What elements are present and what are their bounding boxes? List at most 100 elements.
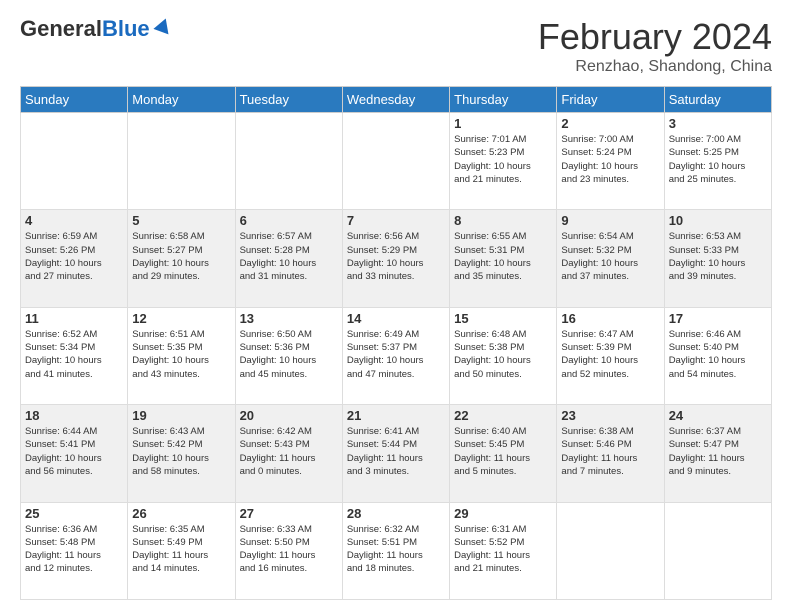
header: GeneralBlue February 2024 Renzhao, Shand… <box>20 16 772 76</box>
day-number: 8 <box>454 213 552 228</box>
header-right: February 2024 Renzhao, Shandong, China <box>538 16 772 76</box>
day-info: Sunrise: 6:57 AM Sunset: 5:28 PM Dayligh… <box>240 230 338 283</box>
logo-text: GeneralBlue <box>20 16 173 42</box>
calendar-cell: 13Sunrise: 6:50 AM Sunset: 5:36 PM Dayli… <box>235 307 342 404</box>
day-number: 6 <box>240 213 338 228</box>
day-info: Sunrise: 6:54 AM Sunset: 5:32 PM Dayligh… <box>561 230 659 283</box>
day-number: 2 <box>561 116 659 131</box>
day-number: 24 <box>669 408 767 423</box>
calendar-cell: 11Sunrise: 6:52 AM Sunset: 5:34 PM Dayli… <box>21 307 128 404</box>
calendar-cell: 10Sunrise: 6:53 AM Sunset: 5:33 PM Dayli… <box>664 210 771 307</box>
weekday-header-thursday: Thursday <box>450 87 557 113</box>
calendar-cell: 14Sunrise: 6:49 AM Sunset: 5:37 PM Dayli… <box>342 307 449 404</box>
calendar-week-row: 25 Sunrise: 6:36 AM Sunset: 5:48 PM Dayli… <box>21 502 772 599</box>
day-number: 21 <box>347 408 445 423</box>
weekday-header-sunday: Sunday <box>21 87 128 113</box>
day-info: Sunrise: 6:58 AM Sunset: 5:27 PM Dayligh… <box>132 230 230 283</box>
day-info: Sunrise: 6:55 AM Sunset: 5:31 PM Dayligh… <box>454 230 552 283</box>
calendar-cell <box>342 113 449 210</box>
day-number: 26 <box>132 506 230 521</box>
calendar-cell: 28Sunrise: 6:32 AM Sunset: 5:51 PM Dayli… <box>342 502 449 599</box>
calendar-cell <box>21 113 128 210</box>
day-number: 7 <box>347 213 445 228</box>
weekday-header-monday: Monday <box>128 87 235 113</box>
day-info: Sunrise: 6:56 AM Sunset: 5:29 PM Dayligh… <box>347 230 445 283</box>
logo-general: General <box>20 16 102 42</box>
day-number: 18 <box>25 408 123 423</box>
day-info: Sunrise: 6:46 AM Sunset: 5:40 PM Dayligh… <box>669 328 767 381</box>
day-info: Sunrise: 6:38 AM Sunset: 5:46 PM Dayligh… <box>561 425 659 478</box>
calendar-cell: 12 Sunrise: 6:51 AM Sunset: 5:35 PM Dayli… <box>128 307 235 404</box>
calendar-cell: 20 Sunrise: 6:42 AM Sunset: 5:43 PM Dayli… <box>235 405 342 502</box>
day-info: Sunrise: 6:36 AM Sunset: 5:48 PM Dayligh… <box>25 523 123 576</box>
day-number: 25 <box>25 506 123 521</box>
day-number: 29 <box>454 506 552 521</box>
calendar-cell: 27 Sunrise: 6:33 AM Sunset: 5:50 PM Dayli… <box>235 502 342 599</box>
day-number: 12 <box>132 311 230 326</box>
day-info: Sunrise: 6:41 AM Sunset: 5:44 PM Dayligh… <box>347 425 445 478</box>
calendar-cell <box>557 502 664 599</box>
calendar-cell: 23Sunrise: 6:38 AM Sunset: 5:46 PM Dayli… <box>557 405 664 502</box>
day-info: Sunrise: 6:33 AM Sunset: 5:50 PM Dayligh… <box>240 523 338 576</box>
day-info: Sunrise: 7:00 AM Sunset: 5:24 PM Dayligh… <box>561 133 659 186</box>
day-info: Sunrise: 6:40 AM Sunset: 5:45 PM Dayligh… <box>454 425 552 478</box>
weekday-header-row: SundayMondayTuesdayWednesdayThursdayFrid… <box>21 87 772 113</box>
calendar-cell: 19 Sunrise: 6:43 AM Sunset: 5:42 PM Dayli… <box>128 405 235 502</box>
calendar-subtitle: Renzhao, Shandong, China <box>538 58 772 76</box>
day-info: Sunrise: 7:00 AM Sunset: 5:25 PM Dayligh… <box>669 133 767 186</box>
day-info: Sunrise: 6:44 AM Sunset: 5:41 PM Dayligh… <box>25 425 123 478</box>
day-info: Sunrise: 6:49 AM Sunset: 5:37 PM Dayligh… <box>347 328 445 381</box>
logo-icon <box>153 16 173 36</box>
calendar-cell: 6 Sunrise: 6:57 AM Sunset: 5:28 PM Daylig… <box>235 210 342 307</box>
calendar-cell: 9Sunrise: 6:54 AM Sunset: 5:32 PM Daylig… <box>557 210 664 307</box>
day-number: 27 <box>240 506 338 521</box>
calendar-cell <box>664 502 771 599</box>
calendar-week-row: 11Sunrise: 6:52 AM Sunset: 5:34 PM Dayli… <box>21 307 772 404</box>
weekday-header-friday: Friday <box>557 87 664 113</box>
calendar-cell: 4Sunrise: 6:59 AM Sunset: 5:26 PM Daylig… <box>21 210 128 307</box>
day-info: Sunrise: 6:43 AM Sunset: 5:42 PM Dayligh… <box>132 425 230 478</box>
day-info: Sunrise: 6:37 AM Sunset: 5:47 PM Dayligh… <box>669 425 767 478</box>
day-info: Sunrise: 6:31 AM Sunset: 5:52 PM Dayligh… <box>454 523 552 576</box>
day-info: Sunrise: 6:59 AM Sunset: 5:26 PM Dayligh… <box>25 230 123 283</box>
calendar-body: 1 Sunrise: 7:01 AM Sunset: 5:23 PM Daylig… <box>21 113 772 600</box>
calendar-week-row: 4Sunrise: 6:59 AM Sunset: 5:26 PM Daylig… <box>21 210 772 307</box>
day-number: 17 <box>669 311 767 326</box>
calendar-week-row: 1 Sunrise: 7:01 AM Sunset: 5:23 PM Daylig… <box>21 113 772 210</box>
calendar-cell: 18 Sunrise: 6:44 AM Sunset: 5:41 PM Dayli… <box>21 405 128 502</box>
calendar-cell: 29 Sunrise: 6:31 AM Sunset: 5:52 PM Dayli… <box>450 502 557 599</box>
day-number: 19 <box>132 408 230 423</box>
logo: GeneralBlue <box>20 16 173 42</box>
calendar-cell: 24 Sunrise: 6:37 AM Sunset: 5:47 PM Dayli… <box>664 405 771 502</box>
weekday-header-wednesday: Wednesday <box>342 87 449 113</box>
day-info: Sunrise: 6:47 AM Sunset: 5:39 PM Dayligh… <box>561 328 659 381</box>
calendar-cell <box>128 113 235 210</box>
day-info: Sunrise: 7:01 AM Sunset: 5:23 PM Dayligh… <box>454 133 552 186</box>
calendar-cell: 3Sunrise: 7:00 AM Sunset: 5:25 PM Daylig… <box>664 113 771 210</box>
day-info: Sunrise: 6:42 AM Sunset: 5:43 PM Dayligh… <box>240 425 338 478</box>
logo-blue: Blue <box>102 16 150 42</box>
calendar-cell: 1 Sunrise: 7:01 AM Sunset: 5:23 PM Daylig… <box>450 113 557 210</box>
day-info: Sunrise: 6:50 AM Sunset: 5:36 PM Dayligh… <box>240 328 338 381</box>
calendar-week-row: 18 Sunrise: 6:44 AM Sunset: 5:41 PM Dayli… <box>21 405 772 502</box>
page: GeneralBlue February 2024 Renzhao, Shand… <box>0 0 792 612</box>
day-number: 22 <box>454 408 552 423</box>
calendar-cell <box>235 113 342 210</box>
day-info: Sunrise: 6:52 AM Sunset: 5:34 PM Dayligh… <box>25 328 123 381</box>
day-number: 5 <box>132 213 230 228</box>
calendar-cell: 5 Sunrise: 6:58 AM Sunset: 5:27 PM Daylig… <box>128 210 235 307</box>
calendar-cell: 2 Sunrise: 7:00 AM Sunset: 5:24 PM Daylig… <box>557 113 664 210</box>
calendar-cell: 21 Sunrise: 6:41 AM Sunset: 5:44 PM Dayli… <box>342 405 449 502</box>
day-number: 15 <box>454 311 552 326</box>
day-number: 1 <box>454 116 552 131</box>
calendar-cell: 17 Sunrise: 6:46 AM Sunset: 5:40 PM Dayli… <box>664 307 771 404</box>
day-number: 20 <box>240 408 338 423</box>
day-number: 16 <box>561 311 659 326</box>
day-info: Sunrise: 6:35 AM Sunset: 5:49 PM Dayligh… <box>132 523 230 576</box>
weekday-header-tuesday: Tuesday <box>235 87 342 113</box>
day-info: Sunrise: 6:32 AM Sunset: 5:51 PM Dayligh… <box>347 523 445 576</box>
calendar-cell: 16 Sunrise: 6:47 AM Sunset: 5:39 PM Dayli… <box>557 307 664 404</box>
day-info: Sunrise: 6:51 AM Sunset: 5:35 PM Dayligh… <box>132 328 230 381</box>
calendar-title: February 2024 <box>538 16 772 58</box>
calendar-cell: 25 Sunrise: 6:36 AM Sunset: 5:48 PM Dayli… <box>21 502 128 599</box>
